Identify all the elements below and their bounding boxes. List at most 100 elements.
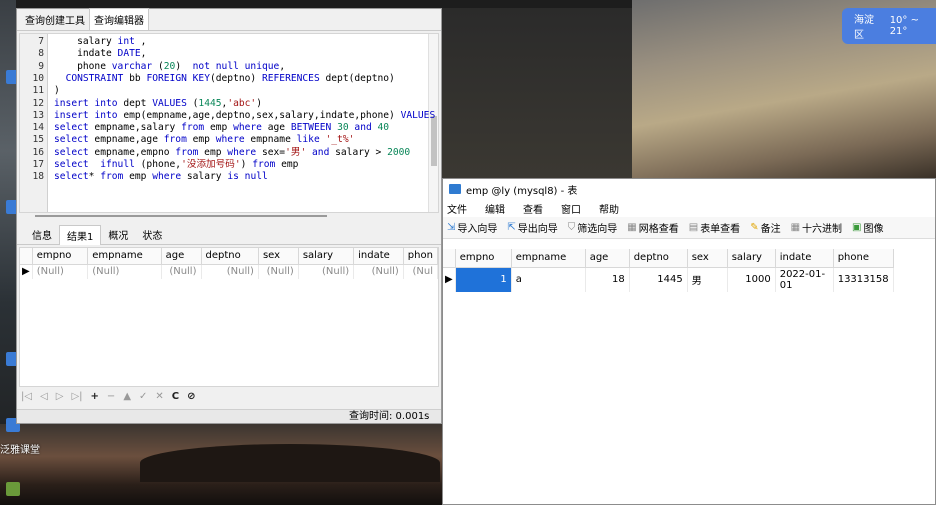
table-cell[interactable]: (Nul xyxy=(403,264,438,279)
table-cell[interactable]: (Null) xyxy=(87,264,162,279)
result-tabs: 信息 结果1 概况 状态 xyxy=(17,224,441,245)
toolbar-label: 筛选向导 xyxy=(577,224,618,235)
toolbar-button[interactable]: ✎ 备注 xyxy=(750,220,780,235)
toolbar-button[interactable]: ▦ 网格查看 xyxy=(627,220,678,235)
table-cell[interactable]: (Null) xyxy=(353,264,404,279)
nav-button[interactable]: − xyxy=(107,391,115,402)
column-header[interactable]: sex xyxy=(258,248,299,265)
toolbar-label: 导出向导 xyxy=(517,224,558,235)
column-header[interactable]: indate xyxy=(775,249,834,268)
table-cell[interactable]: 18 xyxy=(585,267,630,292)
query-time: 查询时间: 0.001s xyxy=(349,411,430,422)
toolbar-button[interactable]: ▦ 十六进制 xyxy=(791,220,842,235)
status-bar: 查询时间: 0.001s xyxy=(17,409,441,423)
row-indicator-icon: ▶ xyxy=(20,264,33,279)
table-cell[interactable]: (Null) xyxy=(201,264,259,279)
column-header[interactable]: phon xyxy=(403,248,438,265)
column-header[interactable]: empno xyxy=(455,249,512,268)
nav-button[interactable]: ◁ xyxy=(40,391,48,402)
table-cell[interactable]: 1 xyxy=(455,267,512,292)
form-icon: ▤ xyxy=(688,222,699,233)
result-grid[interactable]: empno empname age deptno sex salary indate phon… xyxy=(19,247,439,387)
toolbar-button[interactable]: ⇱ 导出向导 xyxy=(507,220,557,235)
toolbar-button[interactable]: ⇲ 导入向导 xyxy=(447,220,497,235)
code-text: insert into dept VALUES (1445,'abc') xyxy=(54,97,262,109)
table-cell[interactable]: (Null) xyxy=(258,264,299,279)
tab-overview[interactable]: 概况 xyxy=(101,225,135,244)
nav-button[interactable]: C xyxy=(172,391,179,402)
table-cell[interactable]: 1000 xyxy=(727,267,776,292)
column-header[interactable]: phone xyxy=(833,249,894,268)
menu-help[interactable]: 帮助 xyxy=(599,201,619,216)
menu-edit[interactable]: 编辑 xyxy=(485,201,505,216)
result-table: empno empname age deptno sex salary indate phon… xyxy=(20,248,438,279)
toolbar-label: 表单查看 xyxy=(700,224,741,235)
row-indicator-header xyxy=(20,248,33,265)
query-tabs: 查询创建工具 查询编辑器 xyxy=(17,8,441,31)
tab-status[interactable]: 状态 xyxy=(135,225,169,244)
code-line: 11) xyxy=(20,85,430,97)
line-number: 17 xyxy=(32,159,44,170)
tab-query-builder[interactable]: 查询创建工具 xyxy=(21,9,89,30)
table-cell[interactable]: a xyxy=(511,267,586,292)
toolbar-button[interactable]: ⛉ 筛选向导 xyxy=(568,220,618,235)
tab-info[interactable]: 信息 xyxy=(25,225,59,244)
toolbar-button[interactable]: ▤ 表单查看 xyxy=(689,220,740,235)
table-cell[interactable]: 1445 xyxy=(629,267,688,292)
nav-button[interactable]: + xyxy=(91,391,99,402)
menu-view[interactable]: 查看 xyxy=(523,201,543,216)
weather-widget[interactable]: 海淀区 10° ~ 21° xyxy=(842,8,936,44)
nav-button[interactable]: ▲ xyxy=(123,391,131,402)
desktop-background-bottom xyxy=(0,424,443,505)
nav-button[interactable]: ✕ xyxy=(155,391,163,402)
column-header[interactable]: age xyxy=(161,248,202,265)
menu-window[interactable]: 窗口 xyxy=(561,201,581,216)
code-line: 14 select empname,salary from emp where a… xyxy=(20,122,430,134)
nav-button[interactable]: ▷| xyxy=(71,391,82,402)
nav-button[interactable]: ✓ xyxy=(139,391,147,402)
code-line: 9 phone varchar (20) not null unique, xyxy=(20,61,430,73)
nav-button[interactable]: ▷ xyxy=(56,391,64,402)
table-row[interactable]: ▶ (Null) (Null) (Null) (Null) (Null) (Null) (Nu… xyxy=(20,264,438,279)
weather-temp: 10° ~ 21° xyxy=(889,15,919,37)
line-number: 10 xyxy=(32,72,44,84)
table-cell[interactable]: 13313158 xyxy=(833,267,894,292)
line-number: 15 xyxy=(32,134,44,146)
window-title-bar[interactable]: emp @ly (mysql8) - 表 xyxy=(443,179,935,199)
column-header[interactable]: empno xyxy=(32,248,89,265)
column-header[interactable]: deptno xyxy=(629,249,688,268)
nav-button[interactable]: ⊘ xyxy=(187,391,195,402)
table-cell[interactable]: (Null) xyxy=(298,264,355,279)
nav-button[interactable]: |◁ xyxy=(21,391,32,402)
code-text: ) xyxy=(54,85,60,97)
column-header[interactable]: indate xyxy=(353,248,404,265)
code-line: 13 insert into emp(empname,age,deptno,sex… xyxy=(20,110,435,122)
sql-editor[interactable]: 7 salary int ,8 indate DATE, 9 phone varc… xyxy=(19,33,439,213)
tab-query-editor[interactable]: 查询编辑器 xyxy=(89,8,149,30)
table-cell[interactable]: 男 xyxy=(687,267,728,292)
table-row[interactable]: ▶ 1 a 18 1445 男 1000 2022-01-01 13313158 xyxy=(443,267,894,292)
tab-result1[interactable]: 结果1 xyxy=(59,224,102,245)
toolbar-label: 备注 xyxy=(760,224,781,235)
table-cell[interactable]: (Null) xyxy=(161,264,202,279)
line-number: 7 xyxy=(38,36,44,47)
toolbar-button[interactable]: ▣ 图像 xyxy=(852,220,883,235)
code-text: select empname,salary from emp where age… xyxy=(54,122,390,134)
scrollbar-thumb[interactable] xyxy=(431,116,437,166)
record-nav-bar: |◁ ◁ ▷ ▷| + − ▲ ✓ ✕ C ⊘ xyxy=(21,389,196,403)
column-header[interactable]: empname xyxy=(87,248,162,265)
editor-hscrollbar[interactable] xyxy=(35,215,327,217)
import-icon: ⇲ xyxy=(447,222,456,233)
table-cell[interactable]: (Null) xyxy=(32,264,89,279)
desktop-shortcut-icon[interactable] xyxy=(6,482,20,496)
note-icon: ✎ xyxy=(750,222,759,233)
column-header[interactable]: salary xyxy=(727,249,776,268)
menu-file[interactable]: 文件 xyxy=(447,201,467,216)
column-header[interactable]: empname xyxy=(511,249,586,268)
table-cell[interactable]: 2022-01-01 xyxy=(775,267,834,292)
column-header[interactable]: deptno xyxy=(201,248,259,265)
column-header[interactable]: salary xyxy=(298,248,355,265)
emp-grid[interactable]: empno empname age deptno sex salary indate phon… xyxy=(443,249,935,504)
column-header[interactable]: sex xyxy=(687,249,728,268)
column-header[interactable]: age xyxy=(585,249,630,268)
